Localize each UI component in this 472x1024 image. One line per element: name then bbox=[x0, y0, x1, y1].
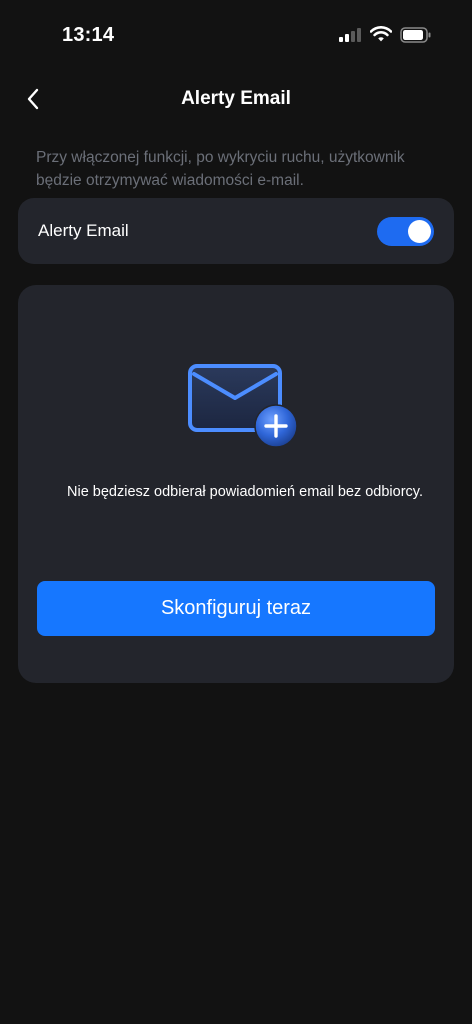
status-time: 13:14 bbox=[62, 24, 115, 46]
feature-description: Przy włączonej funkcji, po wykryciu ruch… bbox=[36, 149, 405, 189]
envelope-add-icon bbox=[186, 360, 302, 450]
empty-state-message: Nie będziesz odbierał powiadomień email … bbox=[67, 484, 423, 500]
wifi-icon bbox=[369, 26, 393, 42]
battery-icon bbox=[400, 27, 432, 43]
email-alerts-card: Alerty Email bbox=[18, 198, 454, 264]
cellular-signal-icon bbox=[339, 28, 363, 42]
status-bar: 13:14 bbox=[0, 0, 472, 70]
toggle-knob bbox=[408, 220, 431, 243]
email-alerts-toggle[interactable] bbox=[377, 217, 434, 246]
recipients-empty-card: Nie będziesz odbierał powiadomień email … bbox=[18, 285, 454, 683]
email-alerts-label: Alerty Email bbox=[38, 221, 129, 240]
configure-now-button[interactable]: Skonfiguruj teraz bbox=[37, 581, 435, 636]
page-title: Alerty Email bbox=[181, 88, 291, 109]
